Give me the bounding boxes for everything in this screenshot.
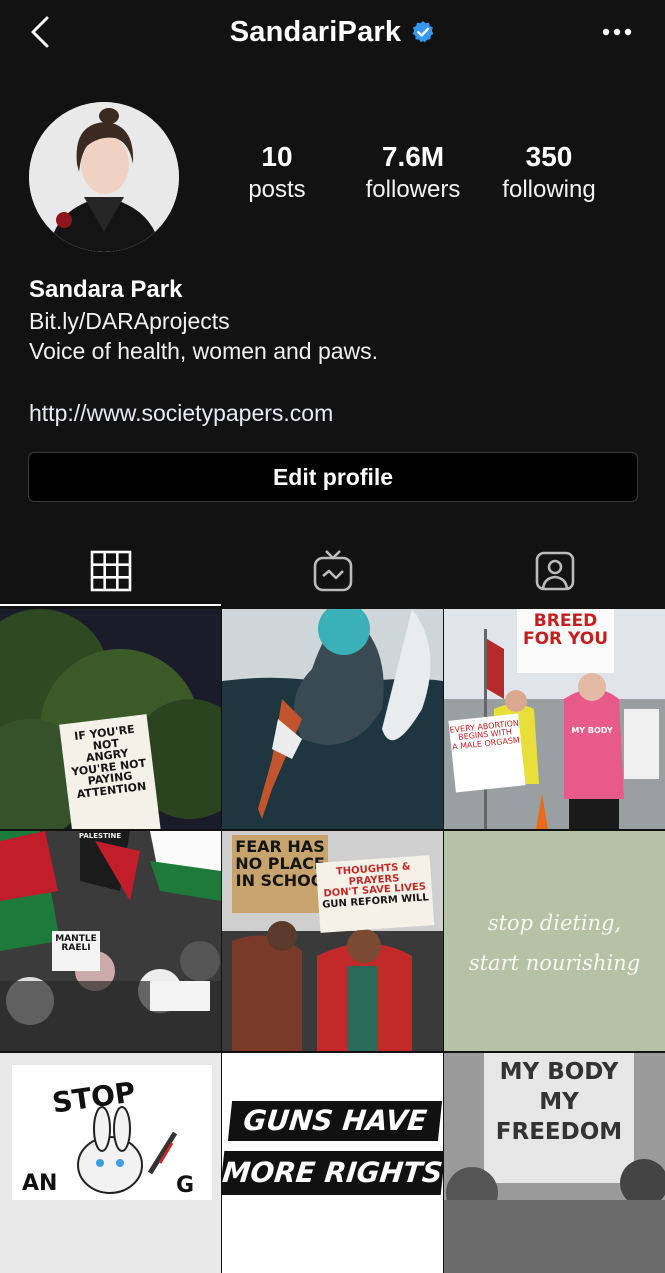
posts-count: 10 <box>261 141 293 172</box>
illustration-text: G <box>176 1173 195 1198</box>
stat-following[interactable]: 350 following <box>484 140 614 206</box>
protest-sign: EVERY ABORTION BEGINS WITH A MALE ORGASM <box>448 713 526 793</box>
stat-followers[interactable]: 7.6M followers <box>348 140 478 206</box>
post-thumbnail[interactable]: FEAR HAS NO PLACE IN SCHOO THOUGHTS & PR… <box>222 831 443 1051</box>
followers-count: 7.6M <box>381 141 445 172</box>
protest-sign: IF YOU'RE NOT ANGRY YOU'RE NOT PAYING AT… <box>59 714 161 829</box>
protest-sign: MY BODY MY FREEDOM <box>484 1057 634 1179</box>
post-thumbnail[interactable]: BREED FOR YOU EVERY ABORTION BEGINS WITH… <box>444 609 665 829</box>
avatar-photo <box>29 102 179 252</box>
tab-tagged[interactable] <box>444 540 665 602</box>
tab-posts-grid[interactable] <box>0 540 221 602</box>
sign-text: MY BODY <box>499 1059 619 1085</box>
illustration-text: AN <box>22 1171 58 1196</box>
more-options-button[interactable] <box>599 18 635 46</box>
sign-text: FREEDOM <box>495 1119 623 1145</box>
protest-sign: FEAR HAS NO PLACE IN SCHOO <box>232 835 328 913</box>
profile-header: SandariPark <box>0 14 665 50</box>
profile-avatar[interactable] <box>29 102 179 252</box>
more-horizontal-icon <box>602 28 632 36</box>
following-count: 350 <box>525 141 573 172</box>
bio-line: Voice of health, women and paws. <box>29 338 379 364</box>
sign-text: RAELI <box>61 943 91 954</box>
quote-line: start nourishing <box>468 951 641 975</box>
sign-text: MY <box>539 1089 579 1115</box>
sign-text: FOR YOU <box>522 628 609 649</box>
post-thumbnail[interactable]: stop dieting, start nourishing <box>444 831 665 1051</box>
headline-text: GUNS HAVE <box>227 1101 443 1141</box>
shirt-text: MY BODY <box>571 726 613 735</box>
stat-posts[interactable]: 10 posts <box>212 140 342 206</box>
post-thumbnail[interactable]: PALESTINE MANTLE RAELI <box>0 831 221 1051</box>
post-thumbnail[interactable]: GUNS HAVE MORE RIGHTS <box>222 1053 443 1273</box>
post-photo <box>0 831 221 1051</box>
tab-igtv[interactable] <box>222 540 443 602</box>
headline-text: MORE RIGHTS <box>222 1151 443 1195</box>
post-thumbnail[interactable] <box>222 609 443 829</box>
username-title: SandariPark <box>229 15 402 48</box>
quote-line: stop dieting, <box>487 911 622 935</box>
edit-profile-button[interactable]: Edit profile <box>28 452 638 502</box>
followers-label: followers <box>365 176 461 203</box>
posts-label: posts <box>248 176 306 203</box>
quote-text: stop dieting, start nourishing <box>444 903 665 983</box>
profile-name: Sandara Park <box>29 276 183 303</box>
protest-sign: MANTLE RAELI <box>52 931 100 971</box>
following-label: following <box>502 176 596 203</box>
igtv-icon <box>313 550 352 592</box>
verified-badge-icon <box>412 21 434 43</box>
protest-sign: THOUGHTS & PRAYERS DON'T SAVE LIVES GUN … <box>315 855 435 933</box>
post-thumbnail[interactable]: IF YOU'RE NOT ANGRY YOU'RE NOT PAYING AT… <box>0 609 221 829</box>
protest-sign: BREED FOR YOU <box>517 609 614 673</box>
profile-link[interactable]: http://www.societypapers.com <box>29 400 333 427</box>
post-thumbnail[interactable]: STOP AN G <box>0 1053 221 1273</box>
post-illustration <box>222 609 443 829</box>
sign-text: PALESTINE <box>78 832 122 840</box>
active-tab-indicator <box>0 604 221 606</box>
grid-icon <box>90 550 131 592</box>
sign-text: IN SCHOO <box>235 870 325 890</box>
bio-line: Bit.ly/DARAprojects <box>29 308 230 334</box>
tagged-icon <box>535 551 574 591</box>
post-thumbnail[interactable]: MY BODY MY FREEDOM <box>444 1053 665 1273</box>
